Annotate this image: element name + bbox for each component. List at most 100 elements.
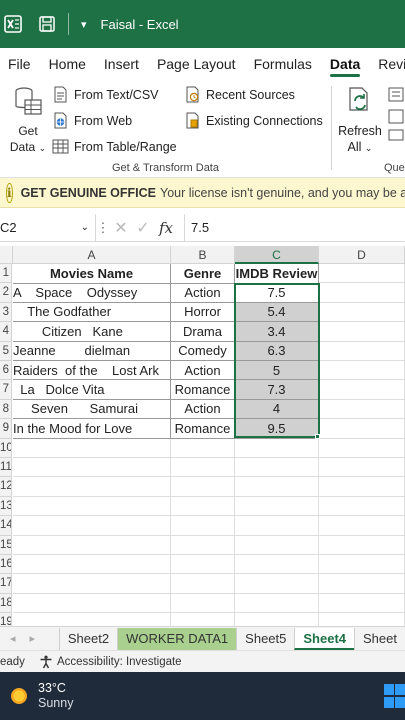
from-web-button[interactable]: From Web — [52, 112, 132, 129]
cell-genre[interactable]: Comedy — [171, 341, 235, 361]
row-header[interactable]: 10 — [0, 438, 12, 458]
empty-cell[interactable] — [319, 574, 405, 594]
row-header[interactable]: 7 — [0, 380, 12, 400]
sheet-tab-sheet5[interactable]: Sheet5 — [236, 627, 294, 650]
tab-review[interactable]: Review — [369, 48, 405, 80]
cell-imdb-review[interactable]: 5.4 — [235, 302, 319, 323]
empty-cell[interactable] — [235, 574, 319, 594]
row-header[interactable]: 16 — [0, 555, 12, 575]
cell-imdb-review[interactable]: 7.5 — [235, 283, 319, 303]
cell-genre[interactable]: Action — [171, 399, 235, 420]
cell-imdb-review[interactable]: 7.3 — [235, 380, 319, 400]
empty-cell[interactable] — [171, 555, 235, 575]
empty-cell[interactable] — [235, 516, 319, 536]
empty-cell[interactable] — [319, 496, 405, 517]
cell-imdb-review[interactable]: 9.5 — [235, 419, 319, 439]
empty-cell[interactable] — [13, 458, 171, 478]
empty-cell[interactable] — [235, 535, 319, 555]
sheet-tab-sheet[interactable]: Sheet — [354, 627, 405, 650]
cell-movie-name[interactable]: In the Mood for Love — [13, 419, 171, 439]
row-header[interactable]: 9 — [0, 419, 12, 439]
enter-icon[interactable]: ✓ — [132, 218, 154, 238]
chevron-down-icon[interactable]: ⌄ — [81, 222, 89, 233]
cell-imdb-review[interactable]: 5 — [235, 361, 319, 381]
row-header[interactable]: 11 — [0, 458, 12, 478]
empty-cell[interactable] — [319, 516, 405, 536]
empty-cell[interactable] — [13, 496, 171, 517]
empty-cell[interactable] — [235, 477, 319, 497]
cell-movie-name[interactable]: A Space Odyssey — [13, 283, 171, 303]
empty-cell[interactable] — [13, 574, 171, 594]
empty-cell[interactable] — [319, 593, 405, 614]
get-data-button[interactable]: Get Data ⌄ — [8, 86, 48, 156]
row-header[interactable]: 19 — [0, 613, 12, 626]
empty-cell[interactable] — [171, 477, 235, 497]
empty-cell[interactable] — [319, 341, 405, 361]
empty-cell[interactable] — [13, 555, 171, 575]
empty-cell[interactable] — [319, 264, 405, 284]
row-header[interactable]: 8 — [0, 399, 12, 420]
empty-cell[interactable] — [171, 574, 235, 594]
empty-cell[interactable] — [235, 496, 319, 517]
empty-cell[interactable] — [319, 458, 405, 478]
row-header[interactable]: 15 — [0, 535, 12, 555]
empty-cell[interactable] — [171, 535, 235, 555]
refresh-all-button[interactable]: Refresh All ⌄ — [336, 86, 384, 156]
row-header[interactable]: 3 — [0, 302, 12, 323]
empty-cell[interactable] — [319, 555, 405, 575]
empty-cell[interactable] — [13, 516, 171, 536]
empty-cell[interactable] — [13, 613, 171, 626]
cell-movie-name[interactable]: The Godfather — [13, 302, 171, 323]
empty-cell[interactable] — [319, 361, 405, 381]
cell-movie-name[interactable]: Jeanne dielman — [13, 341, 171, 361]
row-header[interactable]: 6 — [0, 361, 12, 381]
empty-cell[interactable] — [319, 419, 405, 439]
header-cell-movies-name[interactable]: Movies Name — [13, 264, 171, 284]
tab-file[interactable]: File — [0, 48, 40, 80]
header-cell-genre[interactable]: Genre — [171, 264, 235, 284]
row-header[interactable]: 13 — [0, 496, 12, 517]
cell-genre[interactable]: Drama — [171, 322, 235, 342]
empty-cell[interactable] — [171, 613, 235, 626]
row-header[interactable]: 4 — [0, 322, 12, 342]
cancel-icon[interactable]: ✕ — [110, 218, 132, 238]
windows-start-icon[interactable] — [384, 684, 405, 708]
cell-movie-name[interactable]: Seven Samurai — [13, 399, 171, 420]
row-header[interactable]: 17 — [0, 574, 12, 594]
sheet-nav-arrows-icon[interactable]: ◂▸ — [0, 632, 59, 645]
tab-home[interactable]: Home — [40, 48, 95, 80]
cell-movie-name[interactable]: La Dolce Vita — [13, 380, 171, 400]
select-all-corner[interactable] — [0, 246, 13, 264]
insert-function-icon[interactable]: fx — [154, 219, 178, 237]
sheet-tab-sheet2[interactable]: Sheet2 — [58, 627, 117, 650]
worksheet-grid[interactable]: A B C D 1 2 3 4 5 6 7 8 9 10 11 12 13 14 15 16 17 18 19 Mo… — [0, 246, 405, 626]
recent-sources-button[interactable]: Recent Sources — [184, 86, 295, 103]
empty-cell[interactable] — [235, 613, 319, 626]
accessibility-status[interactable]: Accessibility: Investigate — [39, 655, 182, 669]
cell-movie-name[interactable]: Raiders of the Lost Ark — [13, 361, 171, 381]
empty-cell[interactable] — [319, 322, 405, 342]
empty-cell[interactable] — [235, 438, 319, 458]
cell-imdb-review[interactable]: 4 — [235, 399, 319, 420]
empty-cell[interactable] — [13, 535, 171, 555]
fill-handle[interactable] — [315, 434, 320, 439]
column-header-c[interactable]: C — [235, 246, 319, 264]
queries-connections-icon[interactable] — [388, 86, 405, 142]
empty-cell[interactable] — [171, 593, 235, 614]
tab-formulas[interactable]: Formulas — [245, 48, 321, 80]
cell-movie-name[interactable]: Citizen Kane — [13, 322, 171, 342]
empty-cell[interactable] — [13, 477, 171, 497]
empty-cell[interactable] — [235, 458, 319, 478]
tab-insert[interactable]: Insert — [95, 48, 148, 80]
cell-genre[interactable]: Action — [171, 361, 235, 381]
empty-cell[interactable] — [235, 593, 319, 614]
header-cell-imdb-review[interactable]: IMDB Review — [235, 264, 319, 284]
empty-cell[interactable] — [171, 438, 235, 458]
formula-input[interactable]: 7.5 — [184, 213, 209, 242]
cell-imdb-review[interactable]: 3.4 — [235, 322, 319, 342]
cell-genre[interactable]: Romance — [171, 419, 235, 439]
column-header-d[interactable]: D — [319, 246, 405, 264]
empty-cell[interactable] — [319, 283, 405, 303]
save-icon[interactable] — [36, 13, 58, 35]
cell-imdb-review[interactable]: 6.3 — [235, 341, 319, 361]
